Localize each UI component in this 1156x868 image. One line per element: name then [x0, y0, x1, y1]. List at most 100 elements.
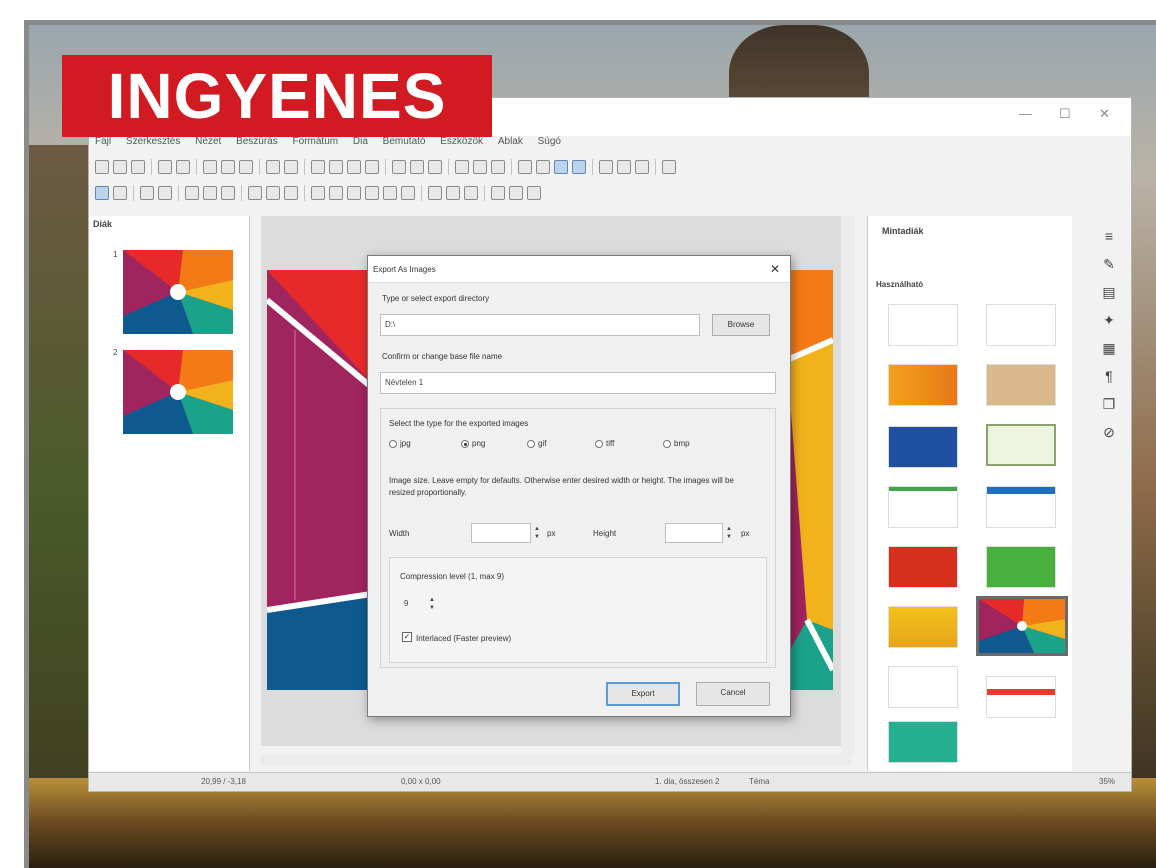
menu-tools[interactable]: Eszközök: [440, 136, 483, 147]
redo-icon[interactable]: [284, 160, 298, 174]
zoom-icon[interactable]: [662, 160, 676, 174]
master-template-blue-strip[interactable]: [986, 486, 1056, 528]
master-slide-icon[interactable]: [635, 160, 649, 174]
navigator-icon[interactable]: ⊘: [1101, 424, 1117, 440]
master-slides-icon[interactable]: ▦: [1101, 340, 1117, 356]
special-char-icon[interactable]: [554, 160, 568, 174]
width-stepper[interactable]: ▲ ▼: [533, 525, 541, 541]
properties-icon[interactable]: ≡: [1101, 228, 1117, 244]
file-name-input[interactable]: Névtelen 1: [380, 372, 776, 394]
menu-edit[interactable]: Szerkesztés: [126, 136, 180, 147]
3d-objects-icon[interactable]: [428, 186, 442, 200]
animation-icon[interactable]: ✦: [1101, 312, 1117, 328]
line-color-icon[interactable]: [140, 186, 154, 200]
gallery-icon[interactable]: ❐: [1101, 396, 1117, 412]
image-icon[interactable]: [392, 160, 406, 174]
editor-vertical-scrollbar[interactable]: [841, 216, 855, 754]
hyperlink-icon[interactable]: [572, 160, 586, 174]
type-bmp-radio[interactable]: bmp: [663, 439, 690, 448]
display-views-icon[interactable]: [617, 160, 631, 174]
new-icon[interactable]: [95, 160, 109, 174]
master-template-green-strip[interactable]: [888, 486, 958, 528]
symbol-shapes-icon[interactable]: [329, 186, 343, 200]
directory-input[interactable]: D:\: [380, 314, 700, 336]
master-template-vintage-selected[interactable]: [976, 596, 1068, 656]
cancel-button[interactable]: Cancel: [696, 682, 770, 706]
export-button[interactable]: Export: [606, 682, 680, 706]
fontwork-icon[interactable]: [536, 160, 550, 174]
arrange-icon[interactable]: [491, 186, 505, 200]
rotate-icon[interactable]: [446, 186, 460, 200]
spelling-icon[interactable]: [329, 160, 343, 174]
minimize-icon[interactable]: —: [1019, 106, 1032, 121]
master-template-red[interactable]: [888, 546, 958, 588]
find-icon[interactable]: [311, 160, 325, 174]
align-icon[interactable]: [464, 186, 478, 200]
fill-color-icon[interactable]: [158, 186, 172, 200]
master-template-green-frame[interactable]: [986, 424, 1056, 466]
delete-slide-icon[interactable]: [491, 160, 505, 174]
menu-file[interactable]: Fájl: [95, 136, 111, 147]
compression-stepper[interactable]: ▲ ▼: [428, 596, 436, 612]
type-png-radio[interactable]: png: [461, 439, 485, 448]
undo-icon[interactable]: [266, 160, 280, 174]
connector-icon[interactable]: [284, 186, 298, 200]
line-icon[interactable]: [185, 186, 199, 200]
rectangle-icon[interactable]: [203, 186, 217, 200]
compression-input[interactable]: 9: [400, 594, 430, 614]
copy-icon[interactable]: [221, 160, 235, 174]
maximize-icon[interactable]: ☐: [1059, 106, 1071, 122]
menu-insert[interactable]: Beszúrás: [236, 136, 278, 147]
height-input[interactable]: [665, 523, 723, 543]
duplicate-slide-icon[interactable]: [473, 160, 487, 174]
styles-icon[interactable]: ¶: [1101, 368, 1117, 384]
paste-icon[interactable]: [239, 160, 253, 174]
wrench-icon[interactable]: ✎: [1101, 256, 1117, 272]
slide-thumbnail-2[interactable]: [123, 350, 233, 434]
save-icon[interactable]: [131, 160, 145, 174]
start-show-icon[interactable]: [599, 160, 613, 174]
open-icon[interactable]: [113, 160, 127, 174]
chart-icon[interactable]: [410, 160, 424, 174]
master-template-yellow[interactable]: [888, 606, 958, 648]
text-box-icon[interactable]: [518, 160, 532, 174]
print-icon[interactable]: [176, 160, 190, 174]
stars-icon[interactable]: [401, 186, 415, 200]
ellipse-icon[interactable]: [221, 186, 235, 200]
shadow-icon[interactable]: [509, 186, 523, 200]
flowchart-icon[interactable]: [365, 186, 379, 200]
interlaced-checkbox[interactable]: ✓: [402, 632, 412, 642]
master-template-green[interactable]: [986, 546, 1056, 588]
table-icon[interactable]: [365, 160, 379, 174]
master-template-red-band[interactable]: [986, 676, 1056, 718]
master-template-blue[interactable]: [888, 426, 958, 468]
menu-help[interactable]: Súgó: [538, 136, 561, 147]
media-icon[interactable]: [428, 160, 442, 174]
zoom-pan-icon[interactable]: [113, 186, 127, 200]
master-template-orange[interactable]: [888, 364, 958, 406]
grid-icon[interactable]: [347, 160, 361, 174]
close-window-icon[interactable]: ✕: [1099, 106, 1110, 122]
menu-view[interactable]: Nézet: [195, 136, 221, 147]
cut-icon[interactable]: [203, 160, 217, 174]
callouts-icon[interactable]: [383, 186, 397, 200]
menu-format[interactable]: Formátum: [293, 136, 339, 147]
width-input[interactable]: [471, 523, 531, 543]
type-jpg-radio[interactable]: jpg: [389, 439, 411, 448]
slide-transition-icon[interactable]: ▤: [1101, 284, 1117, 300]
master-template-plain[interactable]: [888, 304, 958, 346]
close-icon[interactable]: ✕: [770, 262, 780, 276]
master-template-beige[interactable]: [986, 364, 1056, 406]
block-arrows-icon[interactable]: [347, 186, 361, 200]
slide-icon[interactable]: [455, 160, 469, 174]
crop-icon[interactable]: [527, 186, 541, 200]
menu-slideshow[interactable]: Bemutató: [383, 136, 426, 147]
type-gif-radio[interactable]: gif: [527, 439, 546, 448]
height-stepper[interactable]: ▲ ▼: [725, 525, 733, 541]
menu-window[interactable]: Ablak: [498, 136, 523, 147]
editor-horizontal-scrollbar[interactable]: [261, 754, 851, 766]
arrow-icon[interactable]: [248, 186, 262, 200]
select-icon[interactable]: [95, 186, 109, 200]
master-template-plain-2[interactable]: [986, 304, 1056, 346]
curve-icon[interactable]: [266, 186, 280, 200]
